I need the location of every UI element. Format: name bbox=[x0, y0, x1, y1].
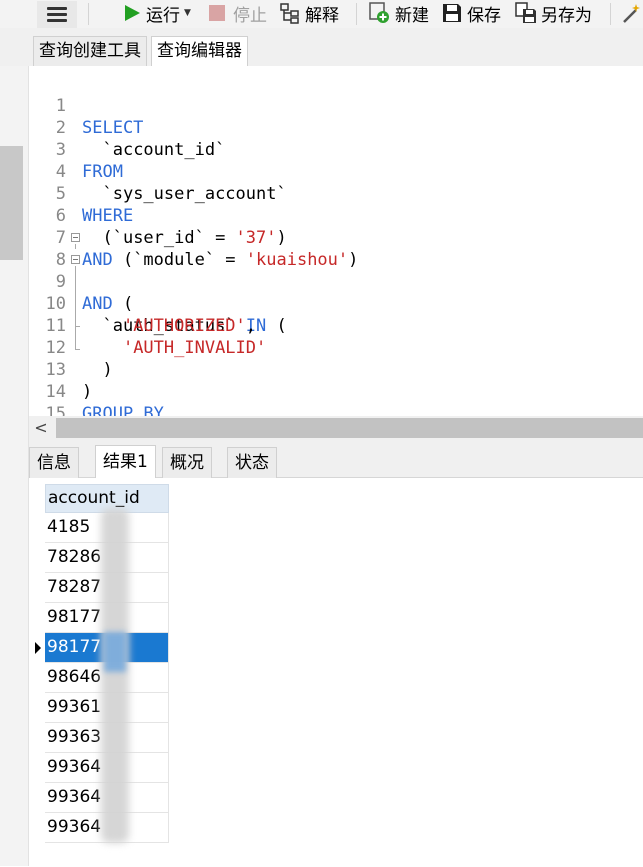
run-button[interactable]: 运行 ▼ bbox=[122, 0, 191, 26]
code-line: 8 AND ( bbox=[29, 227, 643, 314]
code-line: 6 (`user_id` = '37') bbox=[29, 183, 643, 248]
save-button[interactable]: 保存 bbox=[441, 0, 501, 26]
code-line: 5 WHERE bbox=[29, 161, 643, 226]
result-tab-bar: 信息 结果1 概况 状态 bbox=[29, 440, 643, 479]
code-line: 7 AND (`module` = 'kuaishou') bbox=[29, 205, 643, 270]
code-line: 10 'AUTHORIZED', bbox=[29, 271, 643, 336]
run-label: 运行 bbox=[146, 5, 180, 26]
tab-query-builder[interactable]: 查询创建工具 bbox=[33, 36, 147, 66]
menu-button[interactable] bbox=[37, 1, 77, 28]
fold-guide bbox=[75, 326, 80, 327]
code-line: 14 GROUP BY bbox=[29, 359, 643, 424]
tab-query-editor[interactable]: 查询编辑器 bbox=[151, 36, 248, 67]
toolbar-separator bbox=[88, 3, 89, 25]
fold-guide bbox=[75, 266, 76, 349]
explain-icon bbox=[280, 3, 299, 24]
redaction-blur bbox=[101, 508, 129, 843]
query-tab-bar: 查询创建工具 查询编辑器 bbox=[0, 28, 643, 67]
new-query-icon bbox=[369, 2, 389, 23]
new-label: 新建 bbox=[395, 5, 429, 26]
code-line: 2 `account_id` bbox=[29, 95, 643, 160]
current-row-indicator-icon bbox=[35, 642, 41, 654]
save-as-icon bbox=[515, 2, 536, 23]
fold-toggle-icon[interactable] bbox=[71, 255, 80, 264]
code-line: 3 FROM bbox=[29, 117, 643, 182]
code-line: 13 ) bbox=[29, 337, 643, 402]
explain-button[interactable]: 解释 bbox=[279, 0, 339, 26]
sql-editor[interactable]: 1 SELECT 2 `account_id` 3 FROM 4 `sys_us… bbox=[29, 66, 643, 446]
save-as-label: 另存为 bbox=[541, 5, 592, 26]
fold-guide bbox=[75, 244, 76, 249]
code-line: 4 `sys_user_account` bbox=[29, 139, 643, 204]
tab-info[interactable]: 信息 bbox=[29, 447, 79, 478]
code-line: 12 ) bbox=[29, 315, 643, 380]
code-line: 11 'AUTH_INVALID' bbox=[29, 293, 643, 358]
code-line: 15 `account_id` bbox=[29, 381, 643, 446]
left-scroll-strip bbox=[0, 66, 29, 866]
play-icon bbox=[125, 5, 140, 21]
floppy-disk-icon bbox=[443, 4, 461, 22]
save-label: 保存 bbox=[467, 5, 501, 26]
magic-wand-icon bbox=[623, 4, 640, 23]
stop-button[interactable]: 停止 bbox=[207, 0, 267, 26]
tab-profile[interactable]: 概况 bbox=[162, 447, 212, 478]
horizontal-scrollbar[interactable]: < bbox=[29, 416, 643, 440]
horizontal-scrollbar-thumb[interactable] bbox=[56, 418, 643, 438]
code-line: 9 `auth_status` IN ( bbox=[29, 249, 643, 336]
scroll-left-icon[interactable]: < bbox=[31, 416, 51, 440]
toolbar-separator bbox=[610, 3, 611, 25]
run-dropdown-icon[interactable]: ▼ bbox=[184, 8, 191, 18]
tab-status[interactable]: 状态 bbox=[227, 447, 277, 478]
stop-label: 停止 bbox=[233, 5, 267, 26]
redaction-blur bbox=[104, 632, 126, 672]
fold-guide bbox=[75, 349, 80, 350]
tab-result-1[interactable]: 结果1 bbox=[95, 445, 156, 479]
save-as-button[interactable]: 另存为 bbox=[514, 0, 592, 26]
stop-icon bbox=[209, 5, 225, 21]
vertical-scrollbar-thumb[interactable] bbox=[0, 146, 23, 260]
fold-toggle-icon[interactable] bbox=[71, 233, 80, 242]
beautify-button[interactable] bbox=[620, 0, 642, 26]
code-line: 1 SELECT bbox=[29, 73, 643, 138]
new-query-button[interactable]: 新建 bbox=[368, 0, 429, 26]
explain-label: 解释 bbox=[305, 5, 339, 26]
toolbar: 运行 ▼ 停止 解释 新建 保存 另存为 bbox=[0, 0, 643, 28]
toolbar-separator bbox=[356, 3, 357, 25]
